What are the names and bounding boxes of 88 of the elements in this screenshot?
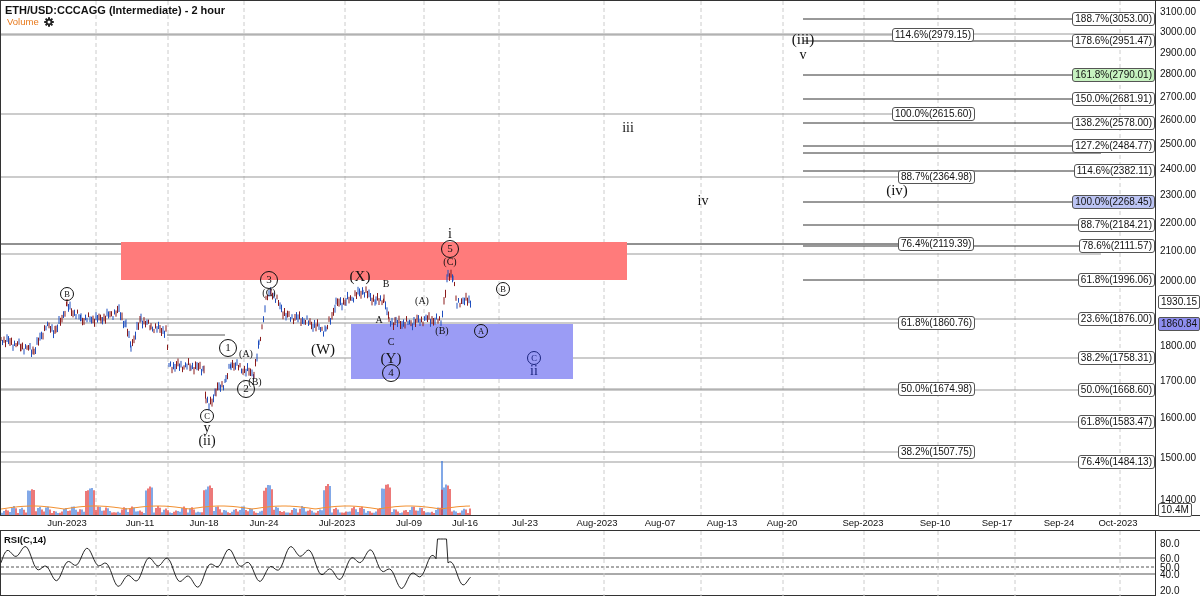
time-axis-label: Sep-24 <box>1043 517 1075 528</box>
price-axis-label: 1700.00 <box>1160 374 1197 386</box>
wave-label: A <box>375 315 383 325</box>
price-tag: 1860.84 <box>1158 317 1200 331</box>
fib-level-label: 50.0%(1668.60) <box>1077 383 1155 397</box>
price-axis-label: 2000.00 <box>1160 274 1197 286</box>
fib-level-label: 38.2%(1507.75) <box>898 445 976 459</box>
fib-level-label: 61.8%(1860.76) <box>898 316 976 330</box>
fib-level-label: 188.7%(3053.00) <box>1072 12 1155 26</box>
price-axis-label: 2100.00 <box>1160 244 1197 256</box>
fib-level-label: 114.6%(2382.11) <box>1073 164 1155 178</box>
wave-label: (C) <box>443 257 457 267</box>
fib-level-label: 23.6%(1876.00) <box>1077 312 1155 326</box>
fib-level-label: 78.6%(2111.57) <box>1079 239 1155 253</box>
fib-level-label: 61.8%(1996.06) <box>1077 273 1155 287</box>
time-axis-label: Jul-23 <box>512 517 538 528</box>
fib-level-label: 138.2%(2578.00) <box>1072 116 1155 130</box>
fib-level-label: 50.0%(1674.98) <box>898 382 976 396</box>
fib-level-label: 150.0%(2681.91) <box>1072 92 1155 106</box>
wave-label: (iii) <box>791 31 815 47</box>
time-axis-label: Aug-13 <box>706 517 738 528</box>
price-axis-label: 2500.00 <box>1160 137 1197 149</box>
price-axis-label: 1400.00 <box>1160 493 1197 505</box>
price-axis-label: 2600.00 <box>1160 113 1197 125</box>
price-axis-label: 2800.00 <box>1160 68 1197 79</box>
wave-label: i <box>448 227 452 241</box>
level-line <box>166 334 226 336</box>
price-axis-label: 3100.00 <box>1160 5 1197 17</box>
wave-label: (Y) <box>380 350 402 366</box>
time-axis-label: Oct-2023 <box>1098 517 1138 528</box>
wave-label: (A) <box>239 349 253 359</box>
fib-level-label: 127.2%(2484.77) <box>1072 139 1155 153</box>
wave-label: B <box>382 279 390 289</box>
fib-level-label: 61.8%(1583.47) <box>1077 415 1155 429</box>
wave-label: iv <box>697 194 709 208</box>
wave-label: (ii) <box>198 434 216 448</box>
settings-icon[interactable] <box>43 16 54 27</box>
fib-level-label: 114.6%(2979.15) <box>892 28 974 42</box>
time-axis-label: Jun-18 <box>189 517 219 528</box>
time-axis-label: Jul-09 <box>396 517 422 528</box>
time-axis-label: Aug-20 <box>766 517 798 528</box>
price-axis-label: 2300.00 <box>1160 188 1197 200</box>
indicator-label[interactable]: Volume <box>7 16 39 27</box>
time-axis-label: Jun-24 <box>249 517 279 528</box>
wave-label: (X) <box>349 268 371 284</box>
fib-level-label: 100.0%(2615.60) <box>892 107 975 121</box>
fib-level-label: 100.0%(2268.45) <box>1072 195 1155 209</box>
time-axis-label: Sep-10 <box>919 517 951 528</box>
price-axis-label: 1600.00 <box>1160 411 1197 423</box>
price-axis-label: 2400.00 <box>1160 162 1197 174</box>
time-axis-label: Sep-17 <box>981 517 1013 528</box>
wave-label: (W) <box>310 341 336 357</box>
price-axis-label: 1500.00 <box>1160 451 1197 463</box>
price-axis-label: 2700.00 <box>1160 90 1197 102</box>
time-axis-label: Jun-11 <box>125 517 155 528</box>
fib-level-label: 178.6%(2951.47) <box>1072 34 1155 48</box>
fib-level-label: 88.7%(2364.98) <box>898 170 976 184</box>
time-axis-label: Jul-16 <box>452 517 478 528</box>
fib-level-label: 161.8%(2790.01) <box>1072 68 1155 82</box>
price-axis-label: 3000.00 <box>1160 25 1197 37</box>
volume-tag: 10.4M <box>1158 503 1192 517</box>
fib-level-label: 38.2%(1758.31) <box>1077 351 1155 365</box>
wave-label: (A) <box>415 296 429 306</box>
fib-level-label: 76.4%(2119.39) <box>898 237 975 251</box>
rsi-axis-label: 80.0 <box>1160 537 1180 549</box>
fib-level-label: 88.7%(2184.21) <box>1077 218 1155 232</box>
fib-level-label: 76.4%(1484.13) <box>1077 455 1155 469</box>
time-axis-label: Sep-2023 <box>842 517 884 528</box>
wave-label: iii <box>622 121 634 135</box>
price-axis-label: 2200.00 <box>1160 216 1197 228</box>
wave-label: y <box>203 421 211 435</box>
price-tag: 1930.15 <box>1158 295 1200 309</box>
wave-label: (B) <box>248 377 262 387</box>
chart-title: ETH/USD:CCCAGG (Intermediate) - 2 hour <box>5 4 225 16</box>
wave-label: v <box>799 48 807 62</box>
time-axis-label: Aug-07 <box>644 517 676 528</box>
price-axis-label: 2900.00 <box>1160 46 1197 58</box>
wave-label: ii <box>530 364 538 378</box>
wave-label: (B) <box>435 326 449 336</box>
time-axis-label: Jun-2023 <box>47 517 87 528</box>
time-axis-label: Aug-2023 <box>576 517 618 528</box>
time-axis-label: Jul-2023 <box>318 517 356 528</box>
price-axis-label: 1800.00 <box>1160 339 1197 351</box>
wave-label: C <box>387 337 395 347</box>
rsi-axis-label: 20.0 <box>1160 584 1180 596</box>
rsi-title: RSI(C,14) <box>4 534 47 545</box>
rsi-axis-label: 60.0 <box>1160 552 1180 564</box>
wave-label: (iv) <box>886 182 908 198</box>
